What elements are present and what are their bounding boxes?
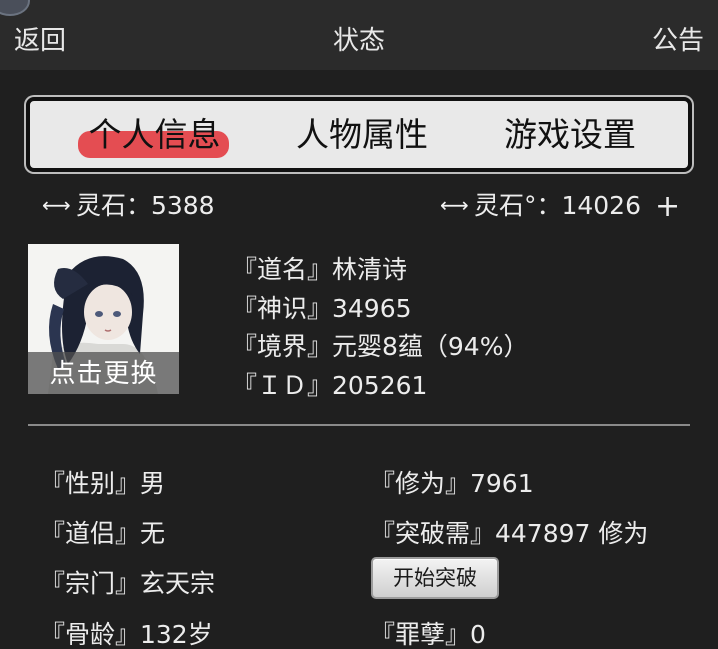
- premium-stone-counter: ⟷ 灵石°：14026 +: [440, 186, 680, 224]
- double-arrow-icon: ⟷: [42, 193, 71, 217]
- tab-game-settings[interactable]: 游戏设置: [500, 113, 640, 159]
- top-bar: 返回 状态 公告: [0, 0, 718, 70]
- cultivation-realm: 『境界』元婴8蕴（94%）: [232, 332, 529, 361]
- cultivation-points: 『修为』7961: [370, 469, 534, 498]
- gender: 『性别』男: [40, 469, 166, 498]
- start-breakthrough-button[interactable]: 开始突破: [371, 557, 499, 599]
- notice-button[interactable]: 公告: [652, 20, 704, 57]
- page-title: 状态: [332, 26, 385, 56]
- dao-partner: 『道侣』无: [40, 519, 166, 548]
- spirit-stone-value: 灵石：5388: [75, 191, 215, 220]
- breakthrough-requirement: 『突破需』447897 修为: [370, 519, 649, 548]
- premium-stone-value: 灵石°：14026: [473, 191, 641, 220]
- dao-name: 『道名』林清诗: [232, 255, 408, 284]
- floating-ball-icon[interactable]: [0, 0, 30, 16]
- double-arrow-icon: ⟷: [440, 193, 469, 217]
- spirit-stone-counter: ⟷ 灵石：5388: [42, 186, 215, 222]
- divine-sense: 『神识』34965: [232, 294, 412, 323]
- tab-character-attributes[interactable]: 人物属性: [292, 113, 432, 159]
- section-divider: [28, 424, 690, 426]
- change-avatar-label[interactable]: 点击更换: [28, 353, 179, 390]
- tab-personal-info[interactable]: 个人信息: [82, 113, 227, 159]
- sect: 『宗门』玄天宗: [40, 569, 216, 598]
- plus-icon[interactable]: +: [655, 189, 680, 224]
- sin-value: 『罪孽』0: [370, 620, 486, 649]
- avatar[interactable]: 点击更换: [28, 244, 179, 394]
- tab-bar: 个人信息 人物属性 游戏设置: [26, 97, 692, 172]
- player-id: 『ＩＤ』205261: [232, 371, 428, 400]
- bone-age: 『骨龄』132岁: [40, 620, 213, 649]
